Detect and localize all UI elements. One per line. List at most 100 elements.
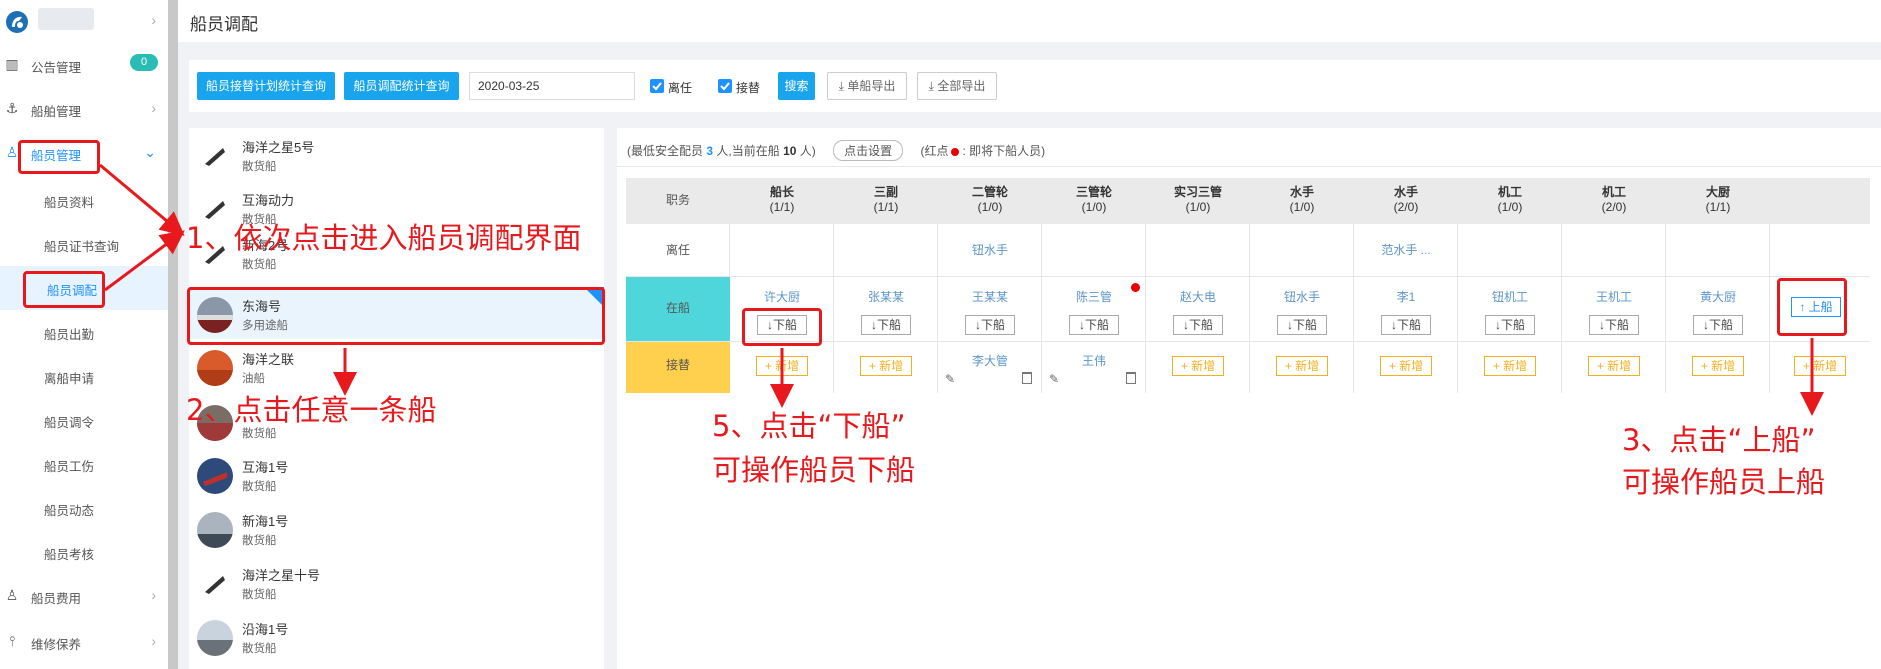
leave-checkbox-label: 离任 (668, 81, 693, 95)
onboard-crew-name[interactable]: 赵大电 (1146, 288, 1250, 305)
add-replacement-button[interactable]: + 新增 (1692, 356, 1744, 376)
disembark-button[interactable]: ↓下船 (1277, 315, 1327, 335)
position-count: (1/0) (1081, 200, 1107, 214)
position-title: 水手 (1393, 185, 1418, 199)
position-title: 船长 (769, 185, 794, 199)
ship-list-item[interactable]: 海洋之联 油船 (189, 340, 604, 392)
position-header: 三副 (1/1) (834, 178, 938, 224)
add-replacement-button[interactable]: + 新增 (1172, 356, 1224, 376)
replace-crew-name[interactable]: 王伟 (1042, 352, 1146, 369)
add-replacement-button[interactable]: + 新增 (1794, 356, 1846, 376)
onboard-crew-name[interactable]: 张某某 (834, 288, 938, 305)
ship-list-item[interactable]: 互海1号 散货船 (189, 448, 604, 500)
onboard-crew-name[interactable]: 许大厨 (730, 288, 834, 305)
plan-stats-query-button[interactable]: 船员接替计划统计查询 (197, 72, 335, 100)
disembark-button[interactable]: ↓下船 (1485, 315, 1535, 335)
edit-icon[interactable]: ✎ (945, 372, 955, 386)
ship-type: 散货船 (242, 161, 277, 173)
onboard-crew-name[interactable]: 钮水手 (1250, 288, 1354, 305)
ship-type: 散货船 (242, 643, 277, 655)
sidebar-item-ship-management[interactable]: ⚓ 船舶管理 › (0, 87, 168, 131)
position-count: (1/0) (1185, 200, 1211, 214)
disembark-button[interactable]: ↓下船 (1693, 315, 1743, 335)
toolbar: 船员接替计划统计查询 船员调配统计查询 2020-03-25 离任 接替 搜索 … (189, 60, 1881, 112)
chevron-right-icon[interactable]: › (151, 12, 156, 28)
date-input[interactable]: 2020-03-25 (469, 72, 635, 100)
ship-photo (197, 620, 233, 656)
book-icon: ▥ (5, 56, 19, 72)
app: › ▥ 公告管理 0 ⚓ 船舶管理 › ♙ 船员管理 ⌄ 船员资料 船员证书查询… (0, 0, 1881, 669)
ship-list-item[interactable]: 沿海1号 散货船 (189, 610, 604, 662)
export-all-label: 全部导出 (937, 79, 986, 93)
disembark-button[interactable]: ↓下船 (1069, 315, 1119, 335)
sidebar-item-crew-attendance[interactable]: 船员出勤 (0, 310, 168, 354)
replace-crew-name[interactable]: 李大管 (938, 352, 1042, 369)
export-single-button[interactable]: ⤓ 单船导出 (827, 72, 907, 100)
position-header: 水手 (2/0) (1354, 178, 1458, 224)
search-button[interactable]: 搜索 (778, 72, 815, 100)
delete-icon[interactable] (1022, 372, 1032, 384)
sidebar-item-crew-profile[interactable]: 船员资料 (0, 178, 168, 222)
disembark-button[interactable]: ↓下船 (861, 315, 911, 335)
delete-icon[interactable] (1126, 372, 1136, 384)
onboard-crew-name[interactable]: 陈三管 (1042, 288, 1146, 305)
replace-cell: + 新增 (1458, 342, 1562, 393)
add-replacement-button[interactable]: + 新增 (860, 356, 912, 376)
add-replacement-button[interactable]: + 新增 (1276, 356, 1328, 376)
sidebar-item-crew-assessment[interactable]: 船员考核 (0, 530, 168, 574)
onboard-cell: 黄大厨 ↓下船 (1666, 277, 1770, 342)
onboard-crew-name[interactable]: 钮机工 (1458, 288, 1562, 305)
add-replacement-button[interactable]: + 新增 (1484, 356, 1536, 376)
topbar: 船员调配 (178, 0, 1881, 42)
leave-cell (1042, 224, 1146, 277)
highlight-box-up-button (1777, 278, 1847, 336)
ship-photo (197, 350, 233, 386)
ship-type: 散货船 (242, 535, 277, 547)
leave-crew-name[interactable]: 范水手 ... (1381, 243, 1430, 257)
leave-cell: 钮水手 (938, 224, 1042, 277)
leave-checkbox[interactable] (650, 79, 664, 93)
sidebar-item-crew-status[interactable]: 船员动态 (0, 486, 168, 530)
row-label-leave: 离任 (626, 224, 730, 277)
onboard-crew-name[interactable]: 黄大厨 (1666, 288, 1770, 305)
replace-checkbox[interactable] (718, 79, 732, 93)
settings-button[interactable]: 点击设置 (833, 140, 904, 161)
onboard-crew-name[interactable]: 李1 (1354, 288, 1458, 305)
chevron-down-icon: ⌄ (144, 144, 156, 160)
add-replacement-button[interactable]: + 新增 (1588, 356, 1640, 376)
export-all-button[interactable]: ⤓ 全部导出 (917, 72, 997, 100)
leave-crew-name[interactable]: 钮水手 (972, 243, 1008, 257)
position-header: 二管轮 (1/0) (938, 178, 1042, 224)
allocation-stats-query-button[interactable]: 船员调配统计查询 (344, 72, 459, 100)
row-label-replace: 接替 (665, 358, 690, 372)
onboard-crew-name[interactable]: 王机工 (1562, 288, 1666, 305)
disembark-button[interactable]: ↓下船 (1381, 315, 1431, 335)
ship-list-item[interactable]: 海洋之星5号 散货船 (189, 128, 604, 180)
position-column: 二管轮 (1/0) 钮水手王某某 ↓下船李大管 ✎ (938, 178, 1042, 393)
annotation-step-2: 2、点击任意一条船 (186, 393, 437, 427)
ship-list-item[interactable]: 海洋之星十号 散货船 (189, 556, 604, 608)
sidebar-scrollbar[interactable] (168, 0, 178, 669)
leave-cell (834, 224, 938, 277)
row-label-onboard: 在船 (665, 301, 690, 315)
sidebar-item-crew-injury[interactable]: 船员工伤 (0, 442, 168, 486)
ship-type: 散货船 (242, 481, 277, 493)
sidebar-item-crew-order[interactable]: 船员调令 (0, 398, 168, 442)
disembark-button[interactable]: ↓下船 (965, 315, 1015, 335)
wrench-icon: ⫯ (8, 633, 16, 649)
annotation-step-1: 1、依次点击进入船员调配界面 (186, 221, 582, 255)
sidebar-item-crew-certificate[interactable]: 船员证书查询 (0, 222, 168, 266)
onboard-cell: 王机工 ↓下船 (1562, 277, 1666, 342)
disembark-button[interactable]: ↓下船 (1589, 315, 1639, 335)
sidebar-item-leave-request[interactable]: 离船申请 (0, 354, 168, 398)
onboard-crew-name[interactable]: 王某某 (938, 288, 1042, 305)
sidebar-item-maintenance[interactable]: ⫯ 维修保养 › (0, 620, 168, 664)
position-header: 船长 (1/1) (730, 178, 834, 224)
add-replacement-button[interactable]: + 新增 (756, 356, 808, 376)
edit-icon[interactable]: ✎ (1049, 372, 1059, 386)
ship-list-item[interactable]: 新海1号 散货船 (189, 502, 604, 554)
disembark-button[interactable]: ↓下船 (1173, 315, 1223, 335)
sidebar-item-crew-expense[interactable]: ♙ 船员费用 › (0, 574, 168, 618)
notice-count-badge: 0 (130, 54, 158, 71)
add-replacement-button[interactable]: + 新增 (1380, 356, 1432, 376)
